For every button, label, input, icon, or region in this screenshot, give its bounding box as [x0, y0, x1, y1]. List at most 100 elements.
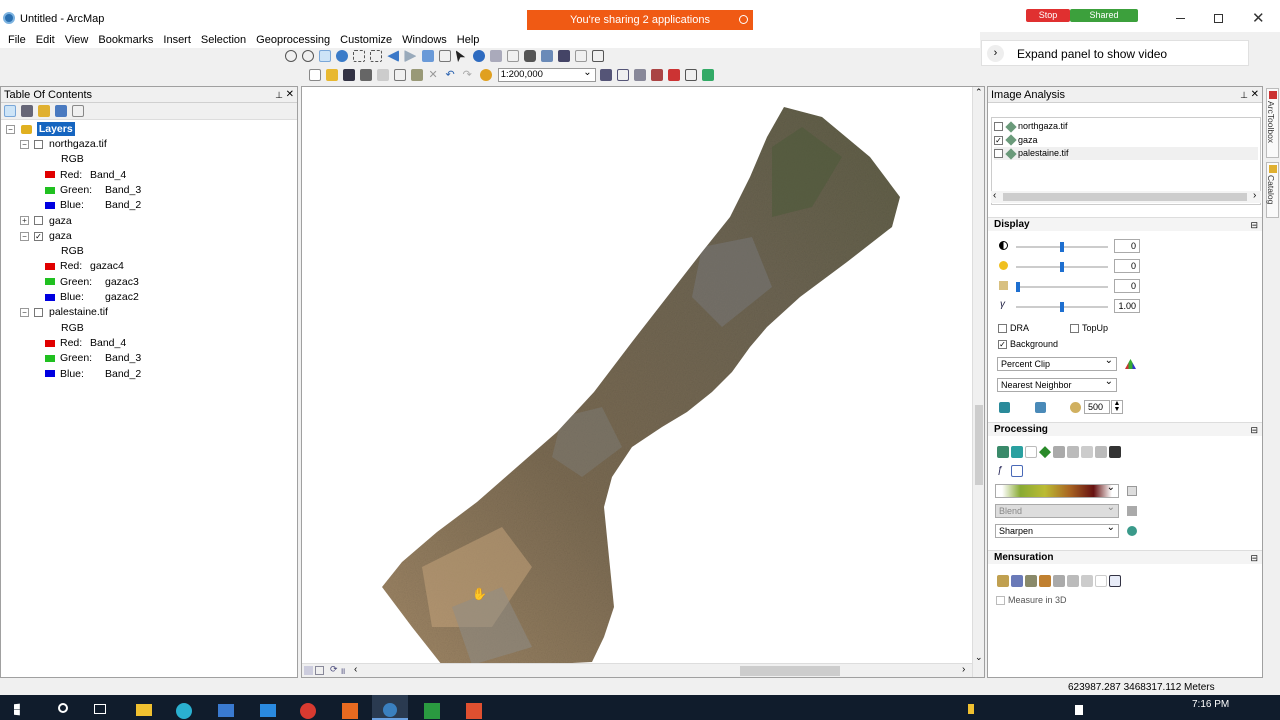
- sharpen-combo[interactable]: Sharpen: [995, 522, 1119, 538]
- menu-customize[interactable]: Customize: [335, 32, 397, 48]
- display-slider[interactable]: [1016, 262, 1108, 272]
- fixed-zoom-out-icon[interactable]: [370, 50, 383, 63]
- find-route-icon[interactable]: [540, 50, 553, 63]
- measure-top-icon[interactable]: [1081, 575, 1093, 588]
- toc-close-icon[interactable]: ✕: [286, 87, 294, 103]
- store-icon[interactable]: [218, 704, 234, 717]
- export-icon[interactable]: [1109, 446, 1121, 459]
- collapse-mensuration-icon[interactable]: ⊟: [1250, 551, 1258, 565]
- ia-layer-checkbox[interactable]: ✓: [994, 135, 1003, 145]
- orthorectify-icon[interactable]: [1053, 446, 1065, 459]
- forward-extent-icon[interactable]: [404, 50, 417, 63]
- minimize-icon[interactable]: [1176, 18, 1185, 19]
- layer-visibility-checkbox[interactable]: [34, 139, 43, 149]
- notification-tray-icon[interactable]: [968, 704, 974, 714]
- list-by-selection-icon[interactable]: [55, 105, 68, 118]
- ndvi-icon[interactable]: [1039, 446, 1051, 459]
- measure-centroid-icon[interactable]: [1039, 575, 1051, 588]
- open-folder-icon[interactable]: [326, 69, 339, 81]
- measure-perimeter-icon[interactable]: [1053, 575, 1065, 588]
- file-explorer-icon[interactable]: [136, 704, 152, 716]
- swipe-icon[interactable]: [999, 402, 1010, 413]
- ia-layer-checkbox[interactable]: [994, 122, 1003, 132]
- pansharpen-icon[interactable]: [1067, 446, 1079, 459]
- display-slider[interactable]: [1016, 282, 1108, 292]
- layout-view-button[interactable]: [315, 666, 324, 675]
- background-checkbox[interactable]: ✓: [998, 340, 1007, 349]
- sharpen-icon[interactable]: [1127, 526, 1137, 536]
- clear-graphics-icon[interactable]: [1095, 575, 1107, 588]
- display-section-header[interactable]: Display ⊟: [988, 217, 1262, 231]
- refresh-icon[interactable]: ⟳: [330, 664, 338, 675]
- restore-icon[interactable]: [1214, 14, 1223, 23]
- flicker-icon[interactable]: [1035, 402, 1046, 413]
- colormap-combo[interactable]: [995, 482, 1119, 498]
- editor-toolbar-icon[interactable]: [599, 69, 612, 81]
- arctoolbox-icon[interactable]: [668, 69, 680, 81]
- map-view[interactable]: ✋ ⟳ ॥ ‹ › ⌃ ⌄: [301, 86, 985, 678]
- zoom-out-icon[interactable]: [302, 50, 315, 63]
- viewer-icon[interactable]: [592, 50, 605, 63]
- find-icon[interactable]: [523, 50, 536, 63]
- scroll-up-icon[interactable]: ⌃: [975, 87, 983, 98]
- collapse-processing-icon[interactable]: ⊟: [1250, 423, 1258, 437]
- ia-scroll-right-icon[interactable]: ›: [1253, 190, 1256, 201]
- ia-layer-item[interactable]: ✓ gaza: [994, 134, 1258, 147]
- scroll-down-icon[interactable]: ⌄: [975, 652, 983, 663]
- collapse-icon[interactable]: −: [20, 139, 29, 149]
- list-by-drawing-order-icon[interactable]: [4, 105, 16, 118]
- clear-selection-icon[interactable]: [438, 50, 451, 63]
- filter-icon[interactable]: [1081, 446, 1093, 459]
- pause-drawing-icon[interactable]: ॥: [340, 664, 345, 677]
- mensuration-results-icon[interactable]: [1109, 575, 1121, 588]
- powerpoint-icon[interactable]: [466, 703, 482, 719]
- layer-visibility-checkbox[interactable]: ✓: [34, 231, 43, 241]
- collapse-icon[interactable]: −: [20, 231, 29, 241]
- function-icon[interactable]: ƒ: [997, 465, 1009, 477]
- menu-insert[interactable]: Insert: [158, 32, 196, 48]
- collapse-icon[interactable]: −: [20, 308, 29, 318]
- blend-combo[interactable]: Blend: [995, 502, 1119, 518]
- menu-help[interactable]: Help: [452, 32, 485, 48]
- add-data-icon[interactable]: [479, 69, 492, 81]
- toc-options-icon[interactable]: [72, 105, 85, 118]
- sharing-banner[interactable]: You're sharing 2 applications: [527, 10, 753, 30]
- measure-3d-checkbox[interactable]: [996, 596, 1005, 605]
- data-view-button[interactable]: [304, 666, 313, 675]
- copy-icon[interactable]: [394, 69, 407, 81]
- ia-close-icon[interactable]: ✕: [1251, 87, 1259, 103]
- display-slider[interactable]: [1016, 242, 1108, 252]
- menu-file[interactable]: File: [0, 32, 31, 48]
- excel-icon[interactable]: [424, 703, 440, 719]
- list-by-source-icon[interactable]: [21, 105, 34, 118]
- processing-section-header[interactable]: Processing ⊟: [988, 422, 1262, 436]
- select-features-icon[interactable]: [421, 50, 434, 63]
- ia-list-scrollbar[interactable]: ‹ ›: [991, 190, 1261, 203]
- ia-layer-item[interactable]: palestaine.tif: [994, 147, 1258, 160]
- resample-combo[interactable]: Nearest Neighbor: [997, 376, 1117, 392]
- python-window-icon[interactable]: [685, 69, 698, 81]
- scale-combo[interactable]: 1:200,000 ⌄: [497, 67, 596, 82]
- zoom-in-icon[interactable]: [285, 50, 297, 63]
- ia-scroll-left-icon[interactable]: ‹: [993, 190, 996, 201]
- expand-icon[interactable]: +: [20, 216, 29, 226]
- fixed-zoom-in-icon[interactable]: [353, 50, 366, 63]
- toc-root-layers[interactable]: − Layers: [6, 122, 75, 137]
- menu-geoprocessing[interactable]: Geoprocessing: [251, 32, 335, 48]
- ia-scroll-thumb[interactable]: [1003, 193, 1247, 201]
- video-panel[interactable]: › Expand panel to show video: [981, 40, 1249, 66]
- measure-shadow-icon[interactable]: [1067, 575, 1079, 588]
- office-icon[interactable]: [342, 703, 358, 719]
- ia-layer-item[interactable]: northgaza.tif: [994, 120, 1258, 133]
- display-slider[interactable]: [1016, 302, 1108, 312]
- identify-icon[interactable]: [472, 50, 485, 63]
- catalog-tab[interactable]: Catalog: [1266, 162, 1279, 218]
- mensuration-section-header[interactable]: Mensuration ⊟: [988, 550, 1262, 564]
- save-icon[interactable]: [343, 69, 356, 81]
- measure-area-icon[interactable]: [1025, 575, 1037, 588]
- menu-edit[interactable]: Edit: [31, 32, 60, 48]
- list-by-visibility-icon[interactable]: [38, 105, 51, 118]
- clock[interactable]: 7:16 PM: [1192, 699, 1229, 710]
- gaza-raster-image[interactable]: [302, 87, 985, 678]
- toc-layer-row[interactable]: + gaza: [20, 214, 72, 229]
